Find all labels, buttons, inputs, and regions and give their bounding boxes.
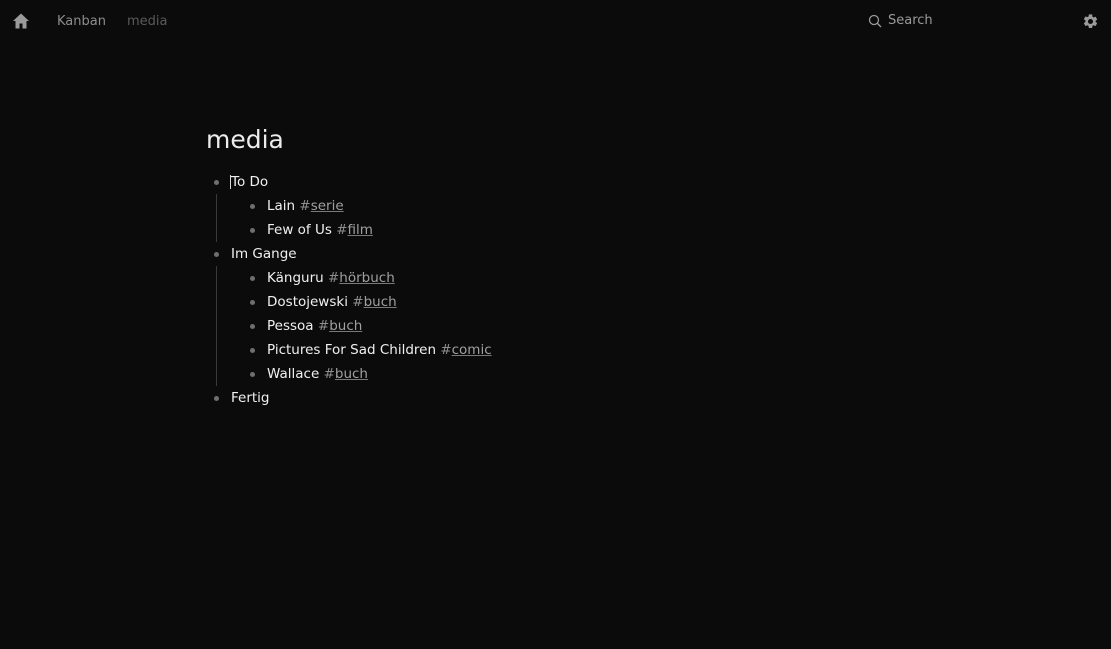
home-icon[interactable] — [12, 12, 30, 30]
bullet-icon[interactable] — [250, 228, 255, 233]
outline-item-label[interactable]: Lain — [267, 198, 295, 214]
outline-item[interactable]: Lain #serie — [206, 194, 806, 218]
breadcrumb-kanban[interactable]: Kanban — [57, 14, 106, 29]
tag-link[interactable]: buch — [335, 366, 368, 382]
breadcrumb-media[interactable]: media — [127, 14, 168, 29]
tag-link[interactable]: comic — [452, 342, 492, 358]
tag-link[interactable]: buch — [329, 318, 362, 334]
bullet-icon[interactable] — [214, 396, 219, 401]
outline-item[interactable]: Känguru #hörbuch — [206, 266, 806, 290]
tag-hash: # — [317, 318, 330, 334]
search-label: Search — [888, 13, 933, 28]
bullet-icon[interactable] — [214, 252, 219, 257]
outline-item[interactable]: Wallace #buch — [206, 362, 806, 386]
outline-item[interactable]: Dostojewski #buch — [206, 290, 806, 314]
outline-item[interactable]: Im Gange — [206, 242, 806, 266]
outline-item[interactable]: Few of Us #film — [206, 218, 806, 242]
outline-item-label[interactable]: Pictures For Sad Children — [267, 342, 436, 358]
outline-item-label[interactable]: Few of Us — [267, 222, 332, 238]
page-title: media — [206, 125, 284, 154]
outline-item-label[interactable]: Dostojewski — [267, 294, 348, 310]
outline-item-label[interactable]: Im Gange — [231, 242, 297, 266]
outline-item-label[interactable]: Känguru — [267, 270, 324, 286]
outline-item[interactable]: Fertig — [206, 386, 806, 410]
tag-link[interactable]: buch — [364, 294, 397, 310]
tag-hash: # — [336, 222, 348, 238]
tag-link[interactable]: serie — [311, 198, 344, 214]
outline-item-label[interactable]: Fertig — [231, 386, 270, 410]
bullet-icon[interactable] — [250, 276, 255, 281]
tag-hash: # — [440, 342, 452, 358]
outline-children: Lain #serie Few of Us #film — [206, 194, 806, 242]
tag-hash: # — [327, 270, 340, 286]
bullet-icon[interactable] — [250, 372, 255, 377]
bullet-icon[interactable] — [250, 204, 255, 209]
bullet-icon[interactable] — [250, 324, 255, 329]
outline-item[interactable]: To Do — [206, 170, 806, 194]
outline-list: To Do Lain #serie Few of Us #film Im Gan… — [206, 170, 806, 410]
gear-icon[interactable] — [1082, 13, 1099, 30]
outline-item-label[interactable]: Pessoa — [267, 318, 314, 334]
search-button[interactable]: Search — [868, 13, 933, 28]
bullet-icon[interactable] — [214, 180, 219, 185]
bullet-icon[interactable] — [250, 300, 255, 305]
outline-item[interactable]: Pessoa #buch — [206, 314, 806, 338]
tag-hash: # — [352, 294, 364, 310]
outline-item-label[interactable]: Wallace — [267, 366, 319, 382]
tag-hash: # — [299, 198, 311, 214]
tag-link[interactable]: hörbuch — [339, 270, 394, 286]
bullet-icon[interactable] — [250, 348, 255, 353]
tag-link[interactable]: film — [348, 222, 373, 238]
search-icon — [868, 14, 882, 27]
outline-item[interactable]: Pictures For Sad Children #comic — [206, 338, 806, 362]
outline-children: Känguru #hörbuch Dostojewski #buch Pesso… — [206, 266, 806, 386]
tag-hash: # — [323, 366, 335, 382]
outline-item-label[interactable]: To Do — [231, 170, 268, 194]
top-bar: Kanban media Search — [0, 0, 1111, 44]
